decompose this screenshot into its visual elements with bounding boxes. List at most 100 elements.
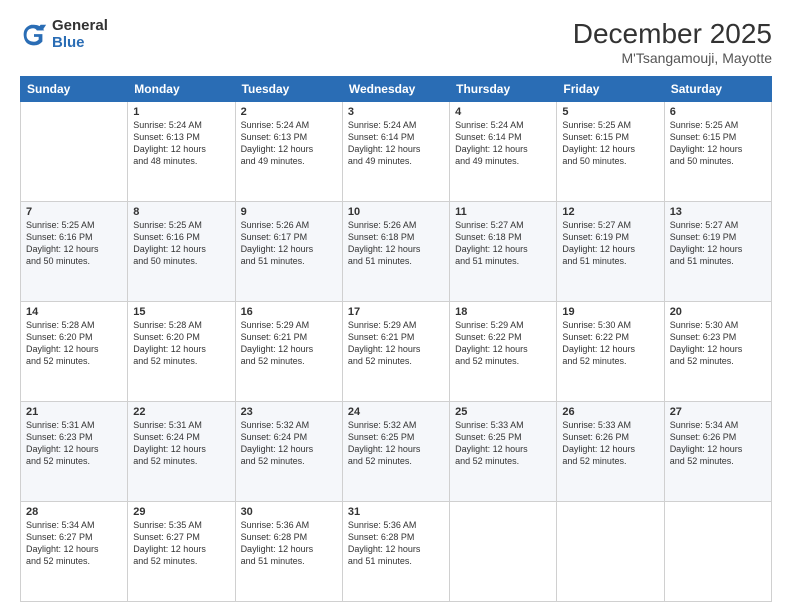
calendar-cell: 29Sunrise: 5:35 AMSunset: 6:27 PMDayligh… xyxy=(128,502,235,602)
day-number: 18 xyxy=(455,306,551,318)
day-number: 5 xyxy=(562,106,658,118)
col-tuesday: Tuesday xyxy=(235,77,342,102)
calendar-week-4: 21Sunrise: 5:31 AMSunset: 6:23 PMDayligh… xyxy=(21,402,772,502)
day-info: Sunrise: 5:24 AMSunset: 6:13 PMDaylight:… xyxy=(133,119,229,168)
day-info: Sunrise: 5:30 AMSunset: 6:22 PMDaylight:… xyxy=(562,319,658,368)
day-info: Sunrise: 5:24 AMSunset: 6:13 PMDaylight:… xyxy=(241,119,337,168)
day-info: Sunrise: 5:32 AMSunset: 6:25 PMDaylight:… xyxy=(348,419,444,468)
day-number: 31 xyxy=(348,506,444,518)
day-info: Sunrise: 5:25 AMSunset: 6:15 PMDaylight:… xyxy=(562,119,658,168)
day-info: Sunrise: 5:34 AMSunset: 6:26 PMDaylight:… xyxy=(670,419,766,468)
day-number: 6 xyxy=(670,106,766,118)
calendar-cell: 26Sunrise: 5:33 AMSunset: 6:26 PMDayligh… xyxy=(557,402,664,502)
logo-general: General xyxy=(52,17,108,34)
calendar-cell: 13Sunrise: 5:27 AMSunset: 6:19 PMDayligh… xyxy=(664,202,771,302)
calendar-cell: 11Sunrise: 5:27 AMSunset: 6:18 PMDayligh… xyxy=(450,202,557,302)
day-number: 16 xyxy=(241,306,337,318)
day-info: Sunrise: 5:24 AMSunset: 6:14 PMDaylight:… xyxy=(455,119,551,168)
day-info: Sunrise: 5:33 AMSunset: 6:25 PMDaylight:… xyxy=(455,419,551,468)
calendar-cell: 10Sunrise: 5:26 AMSunset: 6:18 PMDayligh… xyxy=(342,202,449,302)
day-number: 15 xyxy=(133,306,229,318)
day-number: 3 xyxy=(348,106,444,118)
day-info: Sunrise: 5:33 AMSunset: 6:26 PMDaylight:… xyxy=(562,419,658,468)
header: General Blue December 2025 M'Tsangamouji… xyxy=(20,18,772,66)
day-number: 30 xyxy=(241,506,337,518)
day-info: Sunrise: 5:31 AMSunset: 6:24 PMDaylight:… xyxy=(133,419,229,468)
day-number: 19 xyxy=(562,306,658,318)
day-number: 29 xyxy=(133,506,229,518)
calendar-cell: 20Sunrise: 5:30 AMSunset: 6:23 PMDayligh… xyxy=(664,302,771,402)
day-number: 8 xyxy=(133,206,229,218)
day-number: 23 xyxy=(241,406,337,418)
col-saturday: Saturday xyxy=(664,77,771,102)
day-info: Sunrise: 5:27 AMSunset: 6:18 PMDaylight:… xyxy=(455,219,551,268)
day-info: Sunrise: 5:29 AMSunset: 6:22 PMDaylight:… xyxy=(455,319,551,368)
calendar-cell: 14Sunrise: 5:28 AMSunset: 6:20 PMDayligh… xyxy=(21,302,128,402)
day-info: Sunrise: 5:28 AMSunset: 6:20 PMDaylight:… xyxy=(133,319,229,368)
logo: General Blue xyxy=(20,18,108,51)
day-info: Sunrise: 5:36 AMSunset: 6:28 PMDaylight:… xyxy=(348,519,444,568)
day-info: Sunrise: 5:25 AMSunset: 6:16 PMDaylight:… xyxy=(133,219,229,268)
calendar-cell: 24Sunrise: 5:32 AMSunset: 6:25 PMDayligh… xyxy=(342,402,449,502)
day-info: Sunrise: 5:26 AMSunset: 6:17 PMDaylight:… xyxy=(241,219,337,268)
day-info: Sunrise: 5:28 AMSunset: 6:20 PMDaylight:… xyxy=(26,319,122,368)
calendar-cell: 31Sunrise: 5:36 AMSunset: 6:28 PMDayligh… xyxy=(342,502,449,602)
calendar-cell xyxy=(450,502,557,602)
calendar-week-2: 7Sunrise: 5:25 AMSunset: 6:16 PMDaylight… xyxy=(21,202,772,302)
day-info: Sunrise: 5:26 AMSunset: 6:18 PMDaylight:… xyxy=(348,219,444,268)
logo-icon xyxy=(20,21,48,49)
day-info: Sunrise: 5:29 AMSunset: 6:21 PMDaylight:… xyxy=(241,319,337,368)
calendar-cell: 6Sunrise: 5:25 AMSunset: 6:15 PMDaylight… xyxy=(664,102,771,202)
calendar-cell xyxy=(664,502,771,602)
calendar-subtitle: M'Tsangamouji, Mayotte xyxy=(573,50,772,66)
calendar-cell: 27Sunrise: 5:34 AMSunset: 6:26 PMDayligh… xyxy=(664,402,771,502)
day-number: 2 xyxy=(241,106,337,118)
day-number: 9 xyxy=(241,206,337,218)
calendar-cell: 15Sunrise: 5:28 AMSunset: 6:20 PMDayligh… xyxy=(128,302,235,402)
day-info: Sunrise: 5:30 AMSunset: 6:23 PMDaylight:… xyxy=(670,319,766,368)
calendar-header: Sunday Monday Tuesday Wednesday Thursday… xyxy=(21,77,772,102)
day-number: 12 xyxy=(562,206,658,218)
day-number: 24 xyxy=(348,406,444,418)
day-info: Sunrise: 5:32 AMSunset: 6:24 PMDaylight:… xyxy=(241,419,337,468)
calendar-cell: 3Sunrise: 5:24 AMSunset: 6:14 PMDaylight… xyxy=(342,102,449,202)
col-thursday: Thursday xyxy=(450,77,557,102)
day-info: Sunrise: 5:27 AMSunset: 6:19 PMDaylight:… xyxy=(670,219,766,268)
calendar-title: December 2025 xyxy=(573,18,772,50)
calendar-cell: 18Sunrise: 5:29 AMSunset: 6:22 PMDayligh… xyxy=(450,302,557,402)
col-friday: Friday xyxy=(557,77,664,102)
day-number: 13 xyxy=(670,206,766,218)
calendar-cell xyxy=(557,502,664,602)
calendar-cell: 4Sunrise: 5:24 AMSunset: 6:14 PMDaylight… xyxy=(450,102,557,202)
calendar-cell: 8Sunrise: 5:25 AMSunset: 6:16 PMDaylight… xyxy=(128,202,235,302)
day-number: 1 xyxy=(133,106,229,118)
col-wednesday: Wednesday xyxy=(342,77,449,102)
day-number: 7 xyxy=(26,206,122,218)
day-info: Sunrise: 5:34 AMSunset: 6:27 PMDaylight:… xyxy=(26,519,122,568)
calendar-cell: 7Sunrise: 5:25 AMSunset: 6:16 PMDaylight… xyxy=(21,202,128,302)
day-info: Sunrise: 5:27 AMSunset: 6:19 PMDaylight:… xyxy=(562,219,658,268)
day-info: Sunrise: 5:25 AMSunset: 6:16 PMDaylight:… xyxy=(26,219,122,268)
day-number: 21 xyxy=(26,406,122,418)
calendar-cell: 30Sunrise: 5:36 AMSunset: 6:28 PMDayligh… xyxy=(235,502,342,602)
day-number: 17 xyxy=(348,306,444,318)
day-info: Sunrise: 5:35 AMSunset: 6:27 PMDaylight:… xyxy=(133,519,229,568)
calendar-cell: 17Sunrise: 5:29 AMSunset: 6:21 PMDayligh… xyxy=(342,302,449,402)
calendar-cell: 21Sunrise: 5:31 AMSunset: 6:23 PMDayligh… xyxy=(21,402,128,502)
day-number: 20 xyxy=(670,306,766,318)
day-number: 11 xyxy=(455,206,551,218)
calendar-cell: 23Sunrise: 5:32 AMSunset: 6:24 PMDayligh… xyxy=(235,402,342,502)
header-row: Sunday Monday Tuesday Wednesday Thursday… xyxy=(21,77,772,102)
logo-blue: Blue xyxy=(52,34,85,51)
day-number: 4 xyxy=(455,106,551,118)
logo-text: General Blue xyxy=(52,18,108,51)
day-number: 10 xyxy=(348,206,444,218)
day-number: 27 xyxy=(670,406,766,418)
calendar-week-3: 14Sunrise: 5:28 AMSunset: 6:20 PMDayligh… xyxy=(21,302,772,402)
calendar-cell: 12Sunrise: 5:27 AMSunset: 6:19 PMDayligh… xyxy=(557,202,664,302)
day-info: Sunrise: 5:25 AMSunset: 6:15 PMDaylight:… xyxy=(670,119,766,168)
title-block: December 2025 M'Tsangamouji, Mayotte xyxy=(573,18,772,66)
calendar-cell: 16Sunrise: 5:29 AMSunset: 6:21 PMDayligh… xyxy=(235,302,342,402)
calendar-cell: 25Sunrise: 5:33 AMSunset: 6:25 PMDayligh… xyxy=(450,402,557,502)
calendar-cell: 28Sunrise: 5:34 AMSunset: 6:27 PMDayligh… xyxy=(21,502,128,602)
